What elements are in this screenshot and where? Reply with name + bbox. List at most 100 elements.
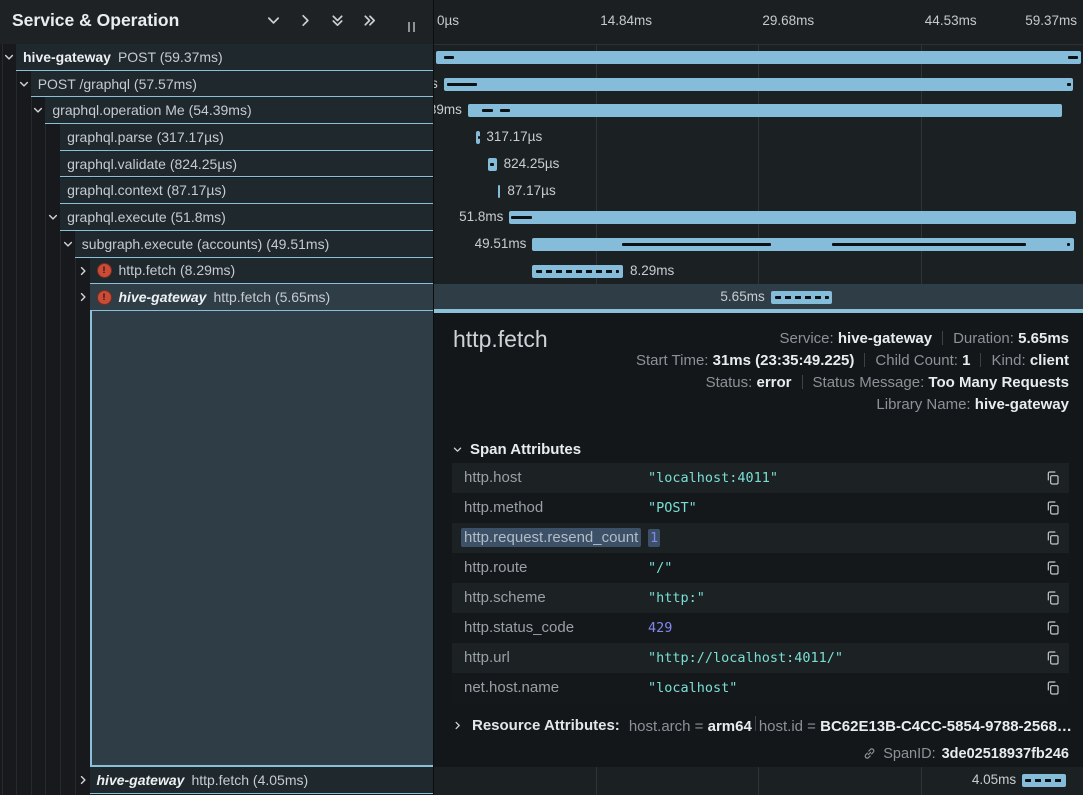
timeline-region: 0µs14.84ms29.68ms44.53ms59.37ms 57.57ms5… — [434, 0, 1083, 795]
tree-row-label[interactable]: !http.fetch (8.29ms) — [90, 258, 435, 285]
chevron-down-icon[interactable] — [32, 104, 44, 116]
copy-icon[interactable] — [1045, 470, 1061, 486]
panel-resize-handle[interactable] — [408, 22, 415, 32]
span-name-duration: graphql.validate (824.25µs) — [67, 156, 237, 172]
overview-key: Library Name: — [876, 396, 974, 413]
timeline-tick-label: 14.84ms — [600, 13, 652, 28]
tree-row: graphql.execute (51.8ms) — [0, 204, 434, 231]
overview-value: 31ms (23:35:49.225) — [713, 352, 855, 369]
tree-row-label[interactable]: graphql.validate (824.25µs) — [60, 151, 434, 178]
span-bar[interactable] — [509, 211, 1075, 224]
tree-row-label[interactable]: POST /graphql (57.57ms) — [31, 71, 434, 98]
child-span-marker — [1067, 83, 1071, 86]
tree-row: graphql.context (87.17µs) — [0, 178, 434, 205]
attribute-row: http.host"localhost:4011" — [452, 463, 1069, 493]
copy-icon[interactable] — [1045, 680, 1061, 696]
child-span-marker — [536, 270, 619, 273]
span-detail-panel: http.fetch Service: hive-gatewayDuration… — [434, 311, 1083, 768]
span-bar[interactable] — [444, 78, 1073, 91]
child-span-marker — [1025, 779, 1062, 782]
copy-icon[interactable] — [1045, 650, 1061, 666]
copy-icon[interactable] — [1045, 590, 1061, 606]
resource-attributes-row[interactable]: Resource Attributes: host.arch = arm64ho… — [452, 716, 1072, 735]
double-chevron-down-icon[interactable] — [330, 13, 345, 28]
waterfall-row: 57.57ms — [434, 71, 1083, 98]
copy-icon[interactable] — [1045, 530, 1061, 546]
span-id-value: 3de02518937fb246 — [942, 746, 1069, 762]
copy-icon[interactable] — [1045, 500, 1061, 516]
link-icon[interactable] — [862, 746, 877, 761]
child-span-marker — [775, 296, 829, 299]
chevron-down-icon[interactable] — [47, 211, 59, 223]
span-name-duration: graphql.operation Me (54.39ms) — [52, 102, 251, 118]
chevron-right-icon[interactable] — [77, 265, 89, 277]
tree-row: graphql.operation Me (54.39ms) — [0, 97, 434, 124]
chevron-right-icon[interactable] — [77, 291, 89, 303]
overview-line: Library Name: hive-gateway — [636, 394, 1069, 416]
overview-line: Status: errorStatus Message: Too Many Re… — [636, 372, 1069, 394]
span-name-duration: http.fetch (5.65ms) — [213, 289, 330, 305]
child-span-marker — [1067, 243, 1070, 246]
waterfall-row: 54.39ms — [434, 97, 1083, 124]
service-name: hive-gateway — [97, 772, 185, 788]
divider — [755, 716, 756, 731]
waterfall-row: 49.51ms — [434, 231, 1083, 258]
chevron-down-icon — [452, 444, 463, 455]
attribute-key: net.host.name — [464, 679, 559, 696]
chevron-down-icon[interactable] — [266, 13, 281, 28]
overview-key: Start Time: — [636, 352, 713, 369]
waterfall-row: 824.25µs — [434, 151, 1083, 178]
attribute-key: http.method — [464, 499, 543, 516]
span-attributes-header[interactable]: Span Attributes — [452, 441, 581, 458]
span-bar[interactable] — [468, 104, 1063, 117]
copy-icon[interactable] — [1045, 560, 1061, 576]
span-overview: Service: hive-gatewayDuration: 5.65msSta… — [636, 328, 1069, 416]
overview-value: 1 — [962, 352, 970, 369]
tree-row-label[interactable]: !hive-gatewayhttp.fetch (5.65ms) — [90, 284, 435, 311]
span-bar[interactable] — [436, 51, 1081, 64]
chevron-down-icon[interactable] — [62, 238, 74, 250]
chevron-down-icon[interactable] — [18, 78, 30, 90]
attribute-value: "localhost:4011" — [648, 470, 778, 486]
chevron-right-icon[interactable] — [77, 774, 89, 786]
tree-row-label[interactable]: graphql.parse (317.17µs) — [60, 124, 434, 151]
attribute-value: 429 — [648, 620, 672, 636]
error-icon: ! — [97, 290, 112, 305]
waterfall-row: 8.29ms — [434, 258, 1083, 285]
waterfall-duration-label: 824.25µs — [504, 151, 560, 178]
tree-row: hive-gatewayPOST (59.37ms) — [0, 44, 434, 71]
attribute-row: http.request.resend_count1 — [452, 523, 1069, 553]
waterfall-row: 87.17µs — [434, 178, 1083, 205]
span-detail-title: http.fetch — [453, 326, 548, 353]
tree-row-label[interactable]: graphql.execute (51.8ms) — [60, 204, 434, 231]
child-span-marker — [1068, 56, 1078, 59]
timeline-tick-label: 0µs — [437, 13, 459, 28]
overview-line: Start Time: 31ms (23:35:49.225)Child Cou… — [636, 350, 1069, 372]
child-span-marker — [490, 163, 494, 166]
attribute-value: 1 — [648, 529, 660, 547]
tree-row-label[interactable]: hive-gatewayPOST (59.37ms) — [16, 44, 434, 71]
overview-value: Too Many Requests — [928, 374, 1069, 391]
attribute-value: "POST" — [648, 500, 697, 516]
attribute-row: http.scheme"http:" — [452, 583, 1069, 613]
trace-viewer: 0µs14.84ms29.68ms44.53ms59.37ms 57.57ms5… — [0, 0, 1083, 795]
span-bar[interactable] — [498, 185, 501, 198]
waterfall-duration-label: 8.29ms — [630, 258, 674, 285]
attribute-value: "http://localhost:4011/" — [648, 650, 843, 666]
span-id-row: SpanID: 3de02518937fb246 — [862, 746, 1069, 762]
double-chevron-right-icon[interactable] — [362, 13, 377, 28]
chevron-down-icon[interactable] — [3, 51, 15, 63]
child-span-marker — [832, 243, 1027, 246]
tree-row-label[interactable]: graphql.context (87.17µs) — [60, 178, 434, 205]
chevron-right-icon[interactable] — [298, 13, 313, 28]
timeline-tick-label: 44.53ms — [925, 13, 977, 28]
tree-row-label[interactable]: subgraph.execute (accounts) (49.51ms) — [75, 231, 434, 258]
overview-line: Service: hive-gatewayDuration: 5.65ms — [636, 328, 1069, 350]
copy-icon[interactable] — [1045, 620, 1061, 636]
resource-attribute-key: host.arch = — [629, 718, 708, 735]
waterfall-row: 4.05ms — [434, 767, 1083, 794]
tree-row-label[interactable]: graphql.operation Me (54.39ms) — [45, 97, 434, 124]
tree-row-label[interactable]: hive-gatewayhttp.fetch (4.05ms) — [90, 767, 435, 794]
tree-header-icons — [266, 13, 377, 28]
waterfall-duration-label: 49.51ms — [475, 231, 527, 258]
